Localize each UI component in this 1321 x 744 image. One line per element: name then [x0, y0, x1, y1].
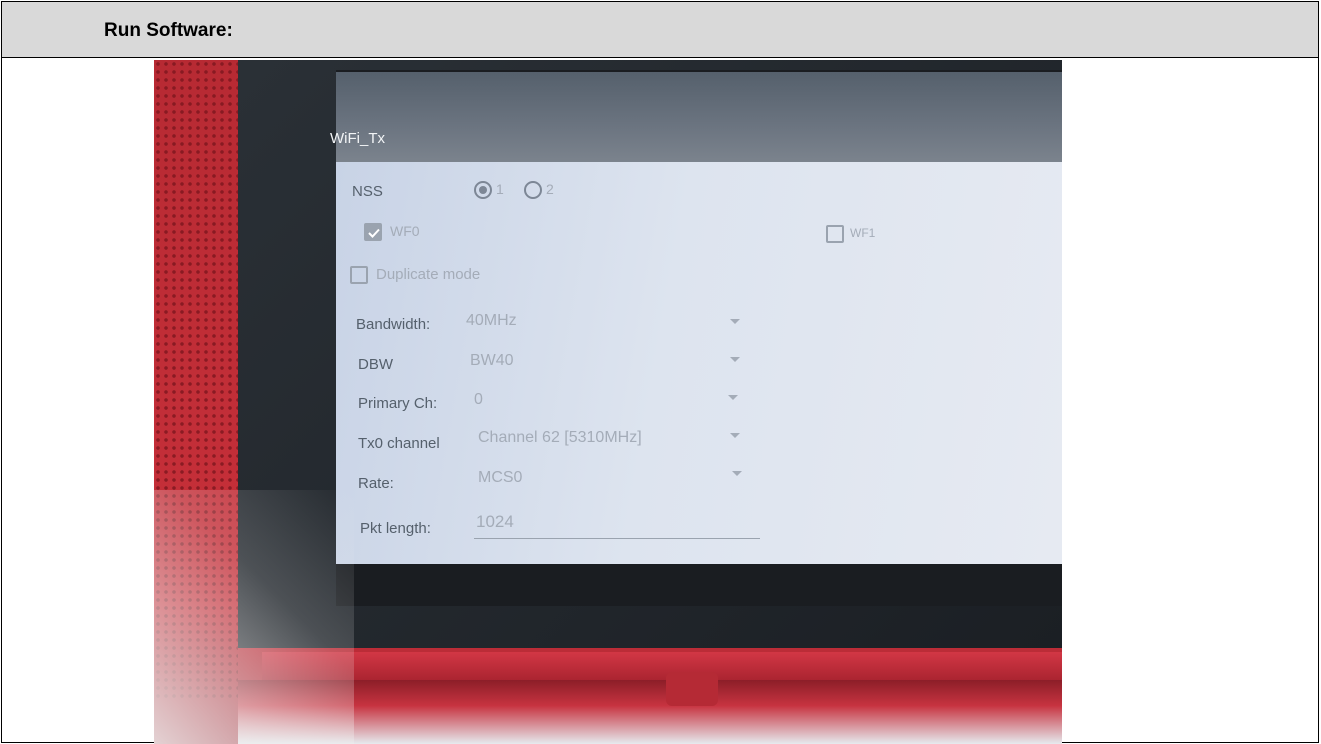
pkt-length-underline	[474, 538, 760, 539]
bandwidth-label: Bandwidth:	[356, 316, 431, 333]
tx0-channel-label: Tx0 channel	[358, 435, 440, 452]
nss-option-1-label: 1	[496, 181, 504, 197]
pkt-length-input[interactable]: 1024	[476, 512, 514, 532]
rate-select[interactable]: MCS0	[478, 469, 522, 487]
dbw-label: DBW	[358, 356, 393, 373]
wf1-label: WF1	[850, 226, 876, 240]
device-bottom-frame	[238, 680, 1062, 744]
primary-ch-chevron-down-icon[interactable]	[728, 395, 738, 400]
light-glare	[154, 490, 354, 744]
rate-chevron-down-icon[interactable]	[732, 471, 742, 476]
duplicate-mode-checkbox[interactable]	[350, 266, 368, 284]
tx0-channel-select[interactable]: Channel 62 [5310MHz]	[478, 429, 642, 447]
nss-radio-1[interactable]	[474, 181, 492, 199]
nss-label: NSS	[352, 183, 383, 200]
nss-option-2-label: 2	[546, 181, 554, 197]
dbw-select[interactable]: BW40	[470, 352, 514, 370]
primary-ch-select[interactable]: 0	[474, 391, 483, 409]
wf0-checkbox[interactable]	[364, 223, 382, 241]
device-latch	[666, 672, 718, 706]
table-header-row: Run Software:	[2, 2, 1318, 58]
primary-ch-label: Primary Ch:	[358, 395, 438, 412]
nss-radio-2[interactable]	[524, 181, 542, 199]
bandwidth-select[interactable]: 40MHz	[466, 312, 517, 330]
dbw-chevron-down-icon[interactable]	[730, 357, 740, 362]
wf1-checkbox[interactable]	[826, 225, 844, 243]
app-titlebar	[336, 72, 1062, 162]
pkt-length-label: Pkt length:	[360, 520, 431, 537]
device-photo: WiFi_Tx NSS 1 2 WF0 WF1 Duplicate mode B…	[154, 60, 1062, 744]
check-icon	[368, 228, 380, 238]
bandwidth-chevron-down-icon[interactable]	[730, 319, 740, 324]
rate-label: Rate:	[358, 475, 394, 492]
tx0-channel-chevron-down-icon[interactable]	[730, 433, 740, 438]
device-bottom-rail	[262, 652, 1062, 682]
wf0-label: WF0	[390, 223, 420, 239]
app-title: WiFi_Tx	[330, 130, 385, 147]
settings-panel	[336, 162, 1062, 564]
section-title: Run Software:	[104, 20, 233, 41]
duplicate-mode-label: Duplicate mode	[376, 266, 481, 283]
